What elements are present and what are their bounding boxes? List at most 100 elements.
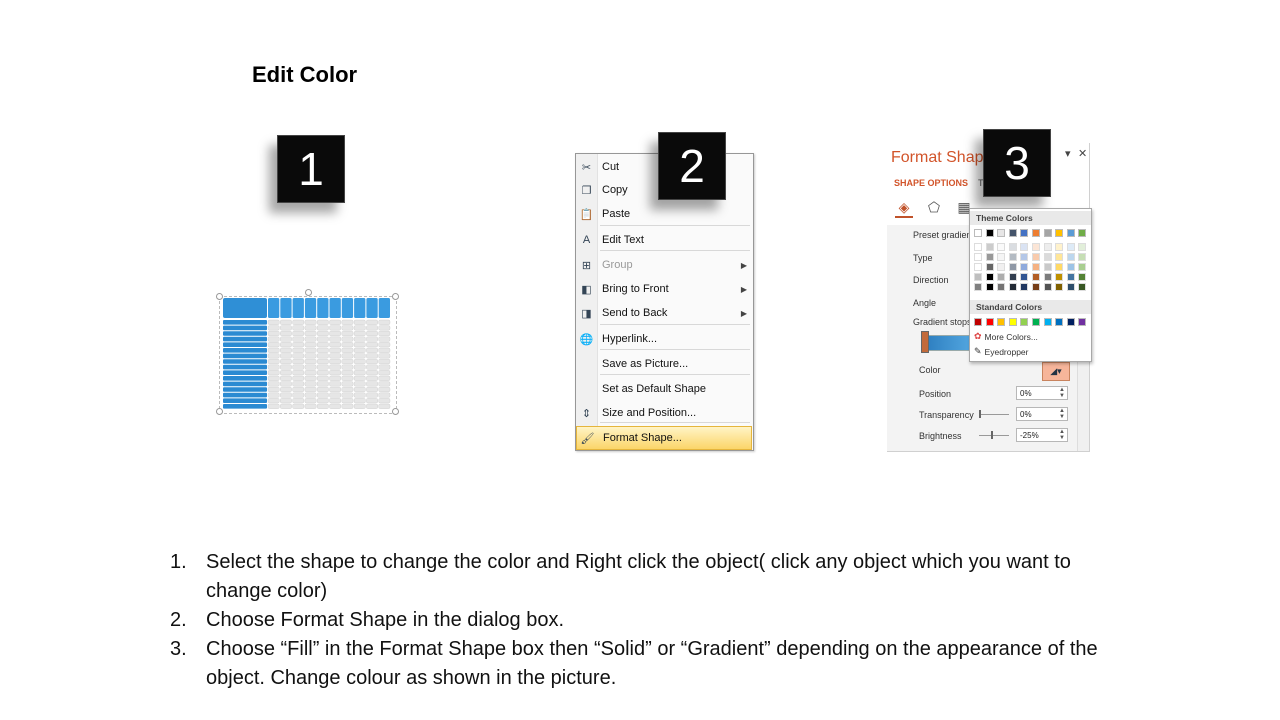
theme-shade-swatch[interactable] — [974, 263, 982, 271]
theme-shade-swatch[interactable] — [1008, 273, 1017, 281]
theme-shade-swatch[interactable] — [1066, 273, 1075, 281]
pane-menu-icon[interactable]: ▾ — [1065, 147, 1071, 160]
eyedropper-item[interactable]: ✎ Eyedropper — [974, 346, 1029, 357]
theme-shade-swatch[interactable] — [1032, 263, 1040, 271]
transparency-slider-track[interactable] — [979, 414, 1009, 415]
transparency-slider-thumb[interactable] — [979, 410, 981, 418]
effects-icon[interactable]: ⬠ — [925, 199, 943, 218]
theme-shade-swatch[interactable] — [974, 283, 982, 291]
theme-shade-swatch[interactable] — [1066, 243, 1075, 251]
spinner-arrows-icon[interactable]: ▲ ▼ — [1059, 408, 1065, 420]
theme-shade-swatch[interactable] — [1043, 263, 1052, 271]
theme-color-swatch[interactable] — [1008, 229, 1017, 237]
theme-color-swatch[interactable] — [1055, 229, 1064, 237]
theme-shade-swatch[interactable] — [985, 263, 994, 271]
menu-item-paste[interactable]: 📋 Paste — [576, 203, 753, 225]
menu-item-send-to-back[interactable]: ◨ Send to Back ▶ — [576, 302, 753, 324]
theme-color-swatch[interactable] — [1020, 229, 1029, 237]
theme-shade-swatch[interactable] — [997, 253, 1006, 261]
rotate-handle[interactable] — [305, 289, 312, 296]
menu-item-format-shape[interactable]: 🖌 Format Shape... — [576, 426, 752, 450]
theme-shade-swatch[interactable] — [1032, 283, 1040, 291]
theme-shade-swatch[interactable] — [1043, 273, 1052, 281]
theme-shade-swatch[interactable] — [1020, 273, 1029, 281]
theme-shade-swatch[interactable] — [1008, 283, 1017, 291]
standard-color-swatch[interactable] — [1066, 318, 1075, 326]
standard-color-swatch[interactable] — [974, 318, 982, 326]
theme-shade-swatch[interactable] — [1078, 243, 1087, 251]
theme-shade-swatch[interactable] — [1020, 283, 1029, 291]
theme-shade-swatch[interactable] — [1043, 253, 1052, 261]
menu-item-hyperlink[interactable]: 🌐 Hyperlink... — [576, 328, 753, 350]
theme-shade-swatch[interactable] — [1078, 263, 1087, 271]
standard-color-swatch[interactable] — [985, 318, 994, 326]
theme-shade-swatch[interactable] — [997, 263, 1006, 271]
theme-color-swatch[interactable] — [1078, 229, 1087, 237]
theme-shade-swatch[interactable] — [1032, 243, 1040, 251]
theme-shade-swatch[interactable] — [1055, 243, 1064, 251]
theme-shade-swatch[interactable] — [1078, 273, 1087, 281]
transparency-spinner[interactable]: 0% ▲ ▼ — [1016, 407, 1068, 421]
theme-shade-swatch[interactable] — [1055, 253, 1064, 261]
theme-shade-swatch[interactable] — [1078, 283, 1087, 291]
standard-color-swatch[interactable] — [1020, 318, 1029, 326]
theme-shade-swatch[interactable] — [985, 243, 994, 251]
selected-table-shape[interactable] — [216, 289, 399, 415]
standard-color-swatch[interactable] — [1055, 318, 1064, 326]
position-spinner[interactable]: 0% ▲ ▼ — [1016, 386, 1068, 400]
brightness-spinner[interactable]: -25% ▲ ▼ — [1016, 428, 1068, 442]
theme-shade-swatch[interactable] — [1055, 283, 1064, 291]
theme-shade-swatch[interactable] — [1008, 253, 1017, 261]
theme-shade-swatch[interactable] — [1066, 263, 1075, 271]
theme-shade-swatch[interactable] — [1020, 263, 1029, 271]
menu-item-set-as-default-shape[interactable]: Set as Default Shape — [576, 378, 753, 400]
theme-color-swatch[interactable] — [1032, 229, 1040, 237]
standard-color-swatch[interactable] — [1032, 318, 1040, 326]
resize-handle[interactable] — [216, 293, 223, 300]
theme-color-swatch[interactable] — [1066, 229, 1075, 237]
menu-item-group[interactable]: ⊞ Group ▶ — [576, 254, 753, 276]
theme-shade-swatch[interactable] — [1032, 273, 1040, 281]
theme-shade-swatch[interactable] — [1055, 273, 1064, 281]
theme-shade-swatch[interactable] — [985, 273, 994, 281]
theme-color-swatch[interactable] — [997, 229, 1006, 237]
theme-shade-swatch[interactable] — [1020, 253, 1029, 261]
spinner-arrows-icon[interactable]: ▲ ▼ — [1059, 429, 1065, 441]
theme-shade-swatch[interactable] — [1032, 253, 1040, 261]
fill-line-icon[interactable]: ◈ — [895, 199, 913, 218]
theme-shade-swatch[interactable] — [1055, 263, 1064, 271]
tab-shape-options[interactable]: SHAPE OPTIONS — [894, 178, 968, 188]
theme-color-swatch[interactable] — [974, 229, 982, 237]
standard-color-swatch[interactable] — [1008, 318, 1017, 326]
theme-shade-swatch[interactable] — [985, 283, 994, 291]
theme-shade-swatch[interactable] — [997, 243, 1006, 251]
menu-item-bring-to-front[interactable]: ◧ Bring to Front ▶ — [576, 278, 753, 300]
theme-shade-swatch[interactable] — [985, 253, 994, 261]
standard-color-swatch[interactable] — [1043, 318, 1052, 326]
standard-color-swatch[interactable] — [997, 318, 1006, 326]
more-colors-item[interactable]: ✿ More Colors... — [974, 331, 1038, 342]
resize-handle[interactable] — [216, 408, 223, 415]
menu-item-save-as-picture[interactable]: Save as Picture... — [576, 353, 753, 375]
theme-shade-swatch[interactable] — [1043, 243, 1052, 251]
close-icon[interactable]: ✕ — [1078, 147, 1087, 160]
theme-shade-swatch[interactable] — [997, 273, 1006, 281]
spinner-arrows-icon[interactable]: ▲ ▼ — [1059, 387, 1065, 399]
brightness-slider-track[interactable] — [979, 435, 1009, 436]
color-picker-button[interactable]: ◢▾ — [1042, 362, 1070, 381]
theme-shade-swatch[interactable] — [1043, 283, 1052, 291]
theme-shade-swatch[interactable] — [1008, 263, 1017, 271]
theme-shade-swatch[interactable] — [1066, 283, 1075, 291]
theme-shade-swatch[interactable] — [1008, 243, 1017, 251]
theme-color-swatch[interactable] — [985, 229, 994, 237]
standard-color-swatch[interactable] — [1078, 318, 1087, 326]
theme-shade-swatch[interactable] — [974, 243, 982, 251]
theme-color-swatch[interactable] — [1043, 229, 1052, 237]
theme-shade-swatch[interactable] — [974, 253, 982, 261]
theme-shade-swatch[interactable] — [1066, 253, 1075, 261]
theme-shade-swatch[interactable] — [997, 283, 1006, 291]
menu-item-edit-text[interactable]: A Edit Text — [576, 229, 753, 251]
gradient-stop-handle[interactable] — [921, 331, 929, 353]
theme-shade-swatch[interactable] — [1020, 243, 1029, 251]
menu-item-size-and-position[interactable]: ⇕ Size and Position... — [576, 402, 753, 424]
